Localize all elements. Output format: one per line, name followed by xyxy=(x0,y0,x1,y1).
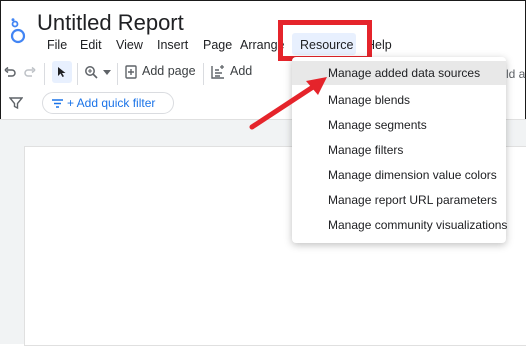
annotation-arrow-icon xyxy=(249,77,327,130)
